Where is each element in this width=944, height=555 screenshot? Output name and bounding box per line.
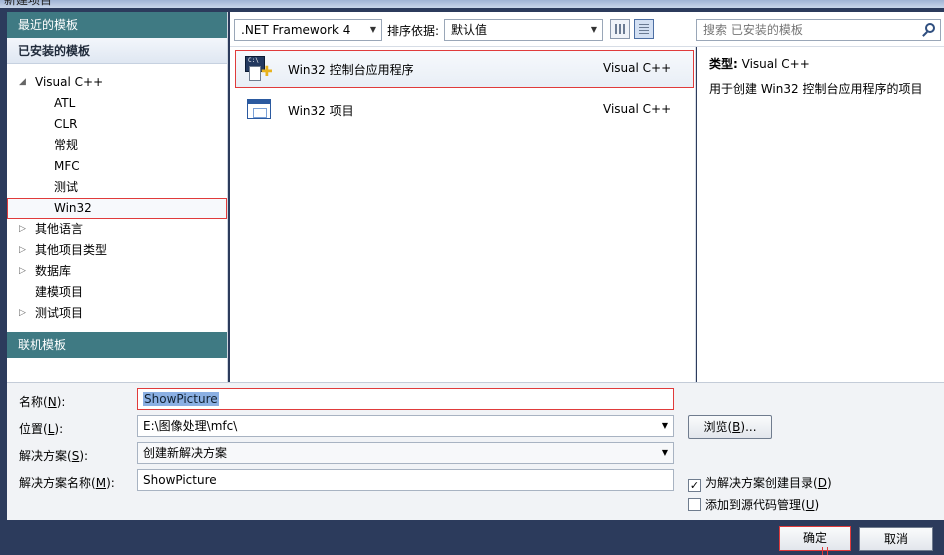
project-settings-form: 名称(N): ShowPicture 位置(L): E:\图像处理\mfc\ ▼… — [7, 382, 944, 520]
sort-select[interactable]: 默认值 ▼ — [444, 19, 603, 41]
collapsed-arrow-icon[interactable]: ▷ — [19, 303, 26, 324]
template-item-win32-project[interactable]: Win32 项目 Visual C++ — [235, 91, 694, 129]
expanded-arrow-icon[interactable]: ◢ — [19, 72, 26, 93]
recent-templates-header[interactable]: 最近的模板 — [7, 12, 227, 38]
tree-item-label: 其他项目类型 — [35, 243, 108, 257]
template-info-pane: 类型: Visual C++ 用于创建 Win32 控制台应用程序的项目 — [697, 47, 944, 382]
project-name-input[interactable]: ShowPicture — [137, 388, 674, 410]
template-toolbar: .NET Framework 4 ▼ 排序依据: 默认值 ▼ — [230, 12, 944, 47]
checkbox-unchecked-icon[interactable] — [688, 498, 701, 511]
search-icon[interactable] — [925, 23, 935, 33]
tree-item[interactable]: ▷ 数据库 — [7, 261, 227, 282]
checkbox-checked-icon[interactable]: ✓ — [688, 479, 701, 492]
solution-name-value: ShowPicture — [143, 473, 217, 487]
collapsed-arrow-icon[interactable]: ▷ — [19, 219, 26, 240]
small-icons-view-button[interactable] — [610, 19, 630, 39]
template-type-row: 类型: Visual C++ — [709, 55, 932, 72]
chevron-down-icon: ▼ — [590, 25, 597, 34]
framework-select-value: .NET Framework 4 — [241, 23, 351, 37]
sort-select-value: 默认值 — [451, 23, 488, 37]
type-label: 类型: — [709, 57, 738, 71]
solution-label: 解决方案(S): — [19, 449, 89, 463]
tree-item-label: MFC — [54, 159, 80, 173]
online-templates-header[interactable]: 联机模板 — [7, 332, 227, 358]
tree-item[interactable]: ◢ Visual C++ — [7, 72, 227, 93]
tree-item[interactable]: 常规 — [7, 135, 227, 156]
list-icon — [639, 24, 649, 34]
cancel-button[interactable]: 取消 — [859, 527, 933, 551]
chevron-down-icon: ▼ — [369, 25, 376, 34]
location-label: 位置(L): — [19, 422, 64, 436]
tree-item-label: CLR — [54, 117, 78, 131]
focus-marker — [822, 547, 828, 555]
category-tree: ◢ Visual C++ ATL CLR 常规 MFC 测试 Win32 ▷ 其他语言 ▷ 其他项目类… — [7, 64, 227, 324]
browse-button[interactable]: 浏览(B)... — [688, 415, 772, 439]
tree-item[interactable]: 测试 — [7, 177, 227, 198]
create-directory-checkbox[interactable]: ✓ 为解决方案创建目录(D) — [688, 474, 832, 492]
project-name-value: ShowPicture — [143, 392, 219, 406]
tree-item[interactable]: ▷ 测试项目 — [7, 303, 227, 324]
tree-item-label: 建模项目 — [35, 285, 84, 299]
tree-item[interactable]: ▷ 其他项目类型 — [7, 240, 227, 261]
template-language: Visual C++ — [603, 61, 672, 75]
template-categories-pane: 最近的模板 已安装的模板 ◢ Visual C++ ATL CLR 常规 MFC 测试 Win… — [7, 12, 228, 382]
template-description: 用于创建 Win32 控制台应用程序的项目 — [709, 82, 923, 96]
tree-item[interactable]: Win32 — [7, 198, 227, 219]
console-app-icon: C:\ ✚ — [245, 56, 273, 82]
template-language: Visual C++ — [603, 102, 672, 116]
solution-select[interactable]: 创建新解决方案 ▼ — [137, 442, 674, 464]
dialog-button-bar: 确定 取消 — [0, 520, 944, 555]
collapsed-arrow-icon[interactable]: ▷ — [19, 261, 26, 282]
template-item-win32-console[interactable]: C:\ ✚ Win32 控制台应用程序 Visual C++ — [235, 50, 694, 88]
type-value: Visual C++ — [741, 57, 810, 71]
location-combo[interactable]: E:\图像处理\mfc\ ▼ — [137, 415, 674, 437]
grid-icon — [615, 24, 625, 34]
framework-select[interactable]: .NET Framework 4 ▼ — [234, 19, 382, 41]
collapsed-arrow-icon[interactable]: ▷ — [19, 240, 26, 261]
name-label: 名称(N): — [19, 395, 66, 409]
template-name: Win32 控制台应用程序 — [288, 63, 414, 77]
template-search-input[interactable] — [697, 20, 907, 40]
list-view-button[interactable] — [634, 19, 654, 39]
location-value: E:\图像处理\mfc\ — [143, 419, 238, 433]
ok-button[interactable]: 确定 — [779, 526, 851, 555]
chevron-down-icon: ▼ — [661, 448, 668, 457]
tree-item-label: 数据库 — [35, 264, 72, 278]
template-search-box — [696, 19, 941, 41]
tree-item-label: 测试项目 — [35, 306, 84, 320]
title-bar: 新建项目 — [0, 0, 944, 8]
tree-item-label: Visual C++ — [35, 75, 104, 89]
solution-value: 创建新解决方案 — [143, 446, 228, 460]
tree-item-label: 常规 — [54, 138, 79, 152]
tree-item[interactable]: ATL — [7, 93, 227, 114]
add-source-control-checkbox[interactable]: 添加到源代码管理(U) — [688, 496, 819, 513]
template-list: C:\ ✚ Win32 控制台应用程序 Visual C++ Win32 项目 V… — [230, 47, 696, 382]
tree-item-label: ATL — [54, 96, 76, 110]
tree-item[interactable]: CLR — [7, 114, 227, 135]
installed-templates-header[interactable]: 已安装的模板 — [7, 38, 227, 64]
solution-name-label: 解决方案名称(M): — [19, 476, 115, 490]
tree-item[interactable]: ▷ 其他语言 — [7, 219, 227, 240]
solution-name-input[interactable]: ShowPicture — [137, 469, 674, 491]
win32-project-icon — [245, 97, 273, 123]
window-title: 新建项目 — [4, 0, 53, 7]
tree-item[interactable]: MFC — [7, 156, 227, 177]
chevron-down-icon: ▼ — [661, 421, 668, 430]
tree-item-label: Win32 — [54, 201, 92, 215]
tree-item-label: 测试 — [54, 180, 79, 194]
template-name: Win32 项目 — [288, 104, 354, 118]
tree-item-label: 其他语言 — [35, 222, 84, 236]
sort-label: 排序依据: — [387, 24, 440, 38]
tree-item[interactable]: 建模项目 — [7, 282, 227, 303]
